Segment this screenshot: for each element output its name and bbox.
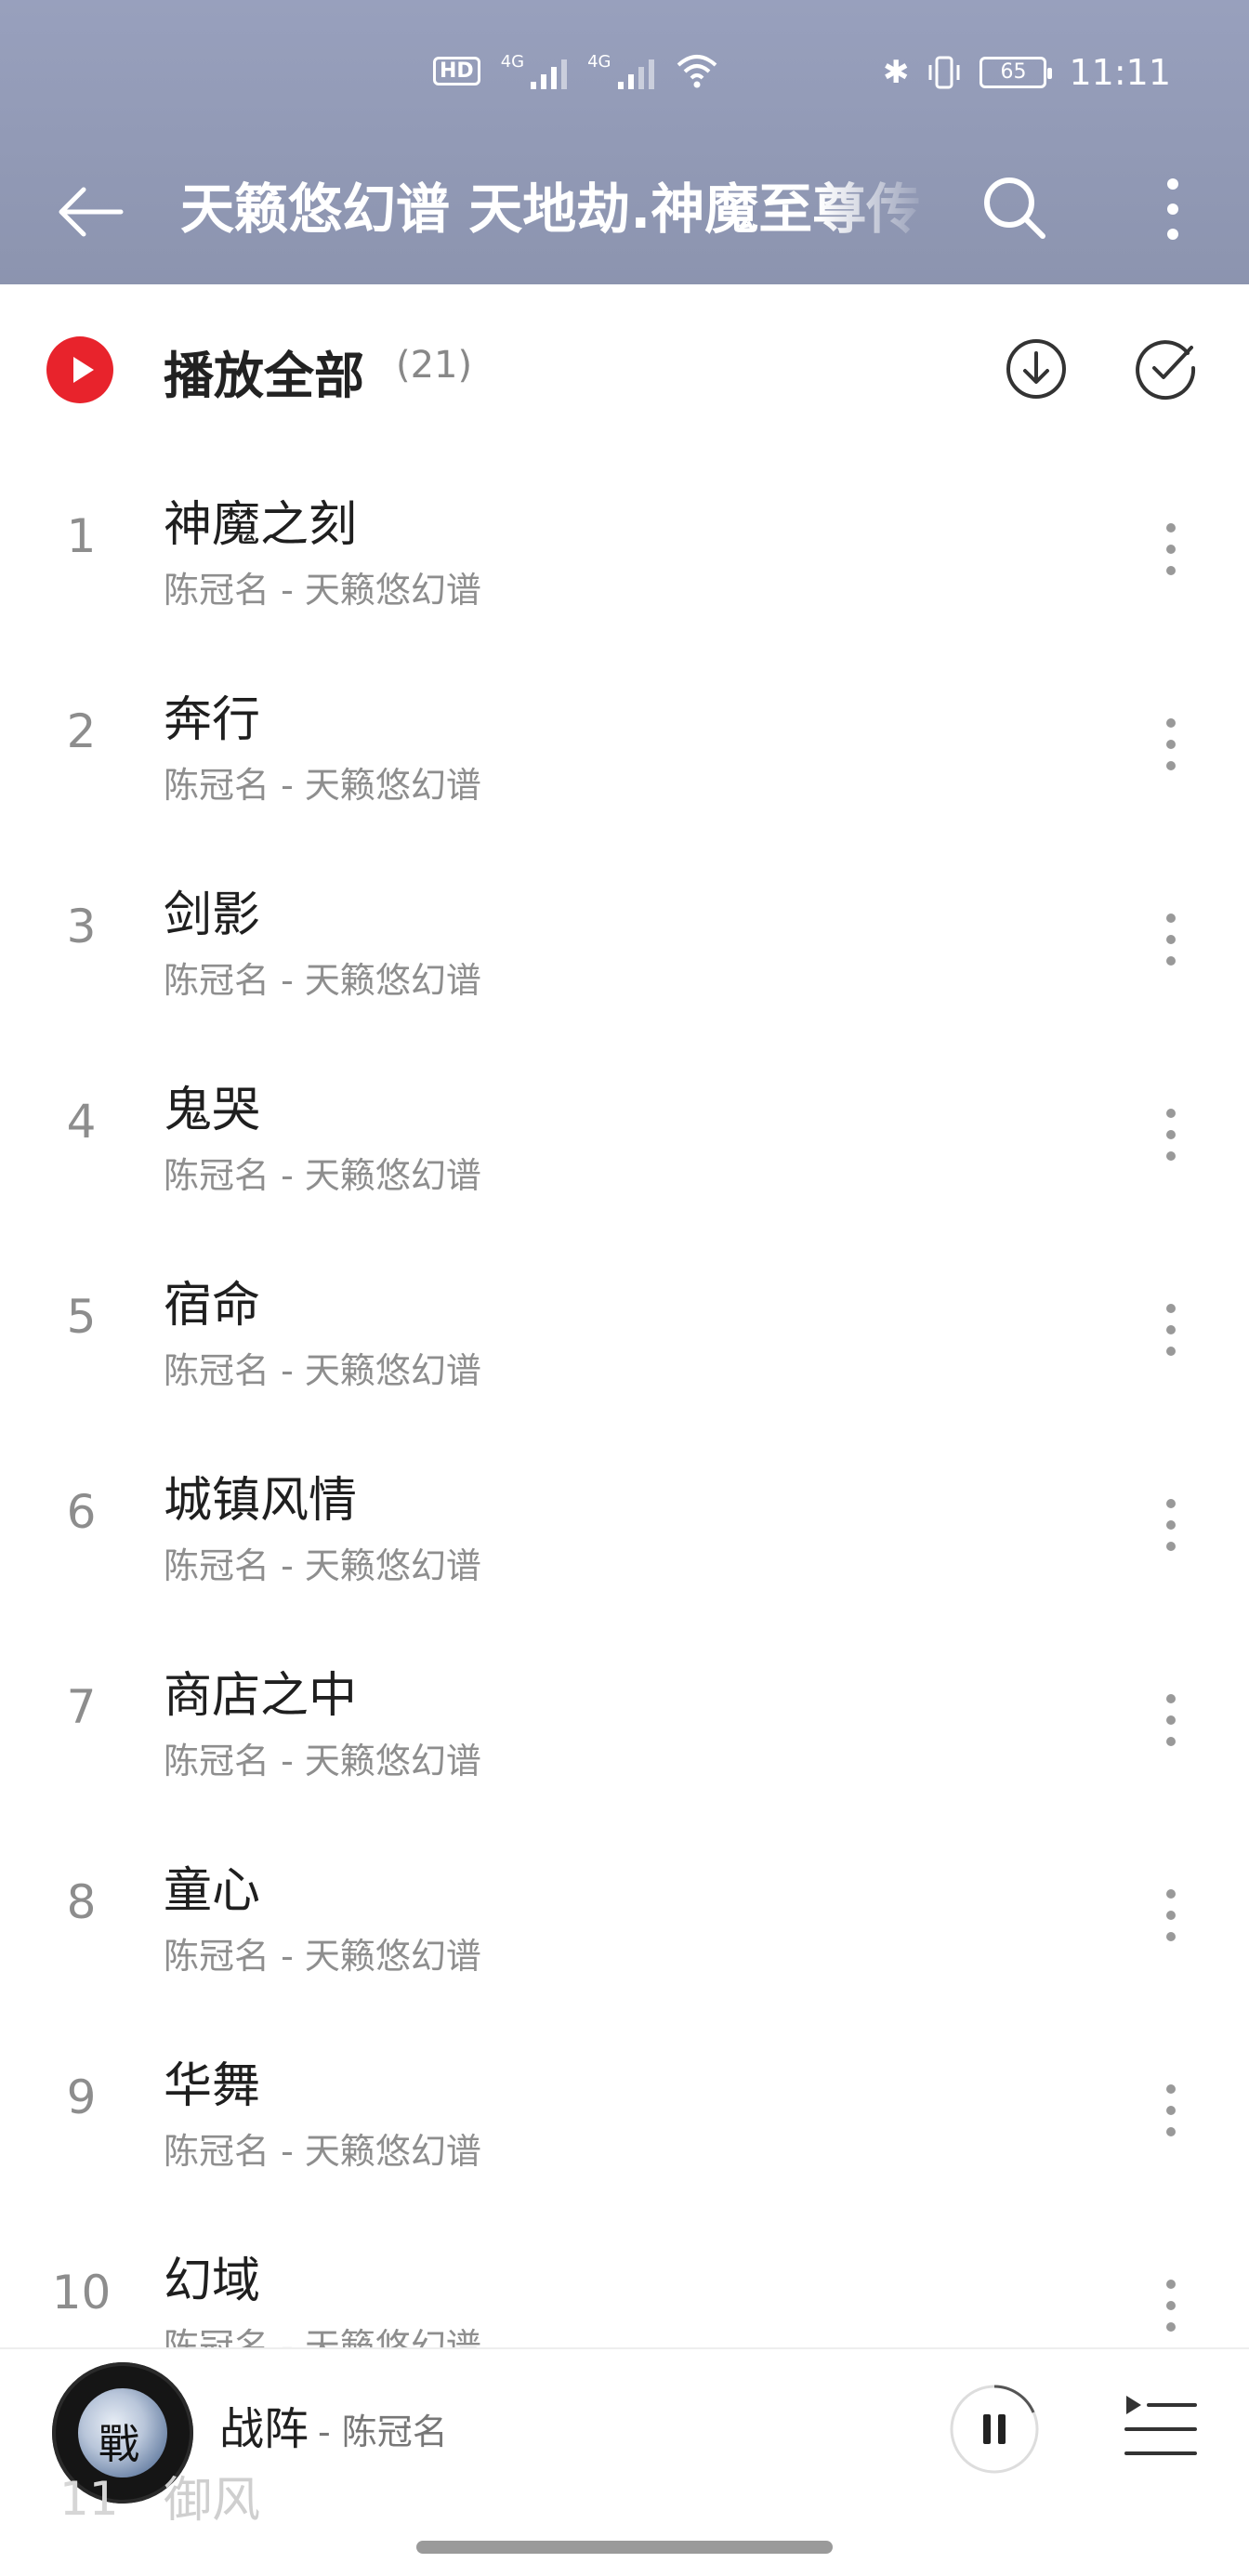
vibrate-icon <box>928 56 960 89</box>
song-subtitle: 陈冠名 - 天籁悠幻谱 <box>164 765 481 806</box>
pause-icon[interactable] <box>948 2383 1041 2476</box>
song-more-icon[interactable] <box>1152 1297 1190 1362</box>
bluetooth-icon: ✱ <box>882 54 910 91</box>
partial-song-title: 御风 <box>164 2473 261 2529</box>
more-options-icon[interactable] <box>1136 167 1210 251</box>
track-number: 5 <box>66 1290 97 1344</box>
song-subtitle: 陈冠名 - 天籁悠幻谱 <box>164 570 481 611</box>
song-subtitle: 陈冠名 - 天籁悠幻谱 <box>164 2131 481 2172</box>
song-title: 剑影 <box>164 887 261 943</box>
song-subtitle: 陈冠名 - 天籁悠幻谱 <box>164 1936 481 1977</box>
status-bar: HD 4G 4G ✱ 65 11:11 <box>0 0 1249 139</box>
song-title: 城镇风情 <box>164 1473 358 1529</box>
play-all-label: 播放全部 <box>164 347 364 405</box>
song-row[interactable]: 7 商店之中 陈冠名 - 天籁悠幻谱 <box>0 1623 1249 1818</box>
song-title: 华舞 <box>164 2058 261 2114</box>
wifi-icon <box>677 55 717 88</box>
song-row[interactable]: 6 城镇风情 陈冠名 - 天籁悠幻谱 <box>0 1427 1249 1623</box>
song-title: 宿命 <box>164 1278 261 1334</box>
song-title: 幻域 <box>164 2254 261 2309</box>
song-subtitle: 陈冠名 - 天籁悠幻谱 <box>164 1350 481 1391</box>
back-arrow-icon[interactable] <box>52 173 130 251</box>
network-type-label: 4G <box>500 52 525 72</box>
hd-icon: HD <box>433 56 480 85</box>
signal-icon: 4G <box>587 52 654 89</box>
app-bar: 天籁悠幻谱 天地劫.神魔至尊传 <box>0 139 1249 284</box>
song-subtitle: 陈冠名 - 天籁悠幻谱 <box>164 960 481 1001</box>
song-subtitle: 陈冠名 - 天籁悠幻谱 <box>164 2326 481 2347</box>
song-more-icon[interactable] <box>1152 1492 1190 1557</box>
song-row[interactable]: 5 宿命 陈冠名 - 天籁悠幻谱 <box>0 1232 1249 1427</box>
song-row[interactable]: 1 神魔之刻 陈冠名 - 天籁悠幻谱 <box>0 452 1249 647</box>
track-number: 10 <box>51 2266 112 2320</box>
song-row[interactable]: 8 童心 陈冠名 - 天籁悠幻谱 <box>0 1818 1249 2013</box>
status-right: ✱ 65 11:11 <box>883 52 1171 93</box>
song-subtitle: 陈冠名 - 天籁悠幻谱 <box>164 1741 481 1781</box>
song-row[interactable]: 4 鬼哭 陈冠名 - 天籁悠幻谱 <box>0 1037 1249 1232</box>
playlist-queue-icon[interactable] <box>1121 2386 1201 2466</box>
play-icon[interactable] <box>46 336 113 403</box>
track-number: 3 <box>66 900 97 953</box>
page-title: 天籁悠幻谱 天地劫.神魔至尊传 <box>180 167 933 251</box>
song-more-icon[interactable] <box>1152 1883 1190 1948</box>
partial-track-number: 11 <box>59 2472 119 2526</box>
song-subtitle: 陈冠名 - 天籁悠幻谱 <box>164 1155 481 1196</box>
song-list: 1 神魔之刻 陈冠名 - 天籁悠幻谱 2 奔行 陈冠名 - 天籁悠幻谱 3 剑影… <box>0 452 1249 2347</box>
now-playing-title: 战阵 <box>219 2403 309 2455</box>
song-more-icon[interactable] <box>1152 517 1190 582</box>
clock: 11:11 <box>1069 52 1171 93</box>
song-title: 奔行 <box>164 692 261 748</box>
now-playing-artist: - 陈冠名 <box>318 2412 448 2452</box>
home-indicator[interactable] <box>416 2541 833 2554</box>
track-number: 2 <box>66 704 97 758</box>
network-type-label: 4G <box>587 52 611 72</box>
download-icon[interactable] <box>1004 336 1069 401</box>
signal-icon: 4G <box>500 52 568 89</box>
song-more-icon[interactable] <box>1152 1688 1190 1753</box>
song-more-icon[interactable] <box>1152 2273 1190 2338</box>
song-more-icon[interactable] <box>1152 2078 1190 2143</box>
header-background: HD 4G 4G ✱ 65 11:11 天籁悠幻谱 天地劫.神魔至尊传 <box>0 0 1249 284</box>
song-title: 鬼哭 <box>164 1083 261 1138</box>
track-number: 1 <box>66 509 97 563</box>
song-more-icon[interactable] <box>1152 907 1190 972</box>
track-number: 4 <box>66 1095 97 1149</box>
track-count: (21) <box>396 344 473 387</box>
track-number: 7 <box>66 1680 97 1734</box>
track-number: 9 <box>66 2070 97 2124</box>
track-number: 6 <box>66 1485 97 1539</box>
song-more-icon[interactable] <box>1152 1102 1190 1167</box>
song-row[interactable]: 9 华舞 陈冠名 - 天籁悠幻谱 <box>0 2013 1249 2208</box>
track-number: 8 <box>66 1875 97 1929</box>
song-title: 商店之中 <box>164 1668 358 1724</box>
multi-select-icon[interactable] <box>1132 333 1203 403</box>
play-all-row[interactable]: 播放全部 (21) <box>0 284 1249 452</box>
song-row[interactable]: 10 幻域 陈冠名 - 天籁悠幻谱 <box>0 2208 1249 2347</box>
song-more-icon[interactable] <box>1152 712 1190 777</box>
battery-icon: 65 <box>979 57 1053 88</box>
song-row[interactable]: 3 剑影 陈冠名 - 天籁悠幻谱 <box>0 842 1249 1037</box>
song-title: 神魔之刻 <box>164 497 358 553</box>
song-title: 童心 <box>164 1863 261 1919</box>
search-icon[interactable] <box>978 171 1052 245</box>
album-cover-image <box>78 2388 167 2477</box>
page-title-text: 天籁悠幻谱 天地劫.神魔至尊传 <box>180 177 921 241</box>
song-row[interactable]: 2 奔行 陈冠名 - 天籁悠幻谱 <box>0 647 1249 842</box>
song-subtitle: 陈冠名 - 天籁悠幻谱 <box>164 1545 481 1586</box>
status-indicators: HD 4G 4G <box>433 52 719 89</box>
